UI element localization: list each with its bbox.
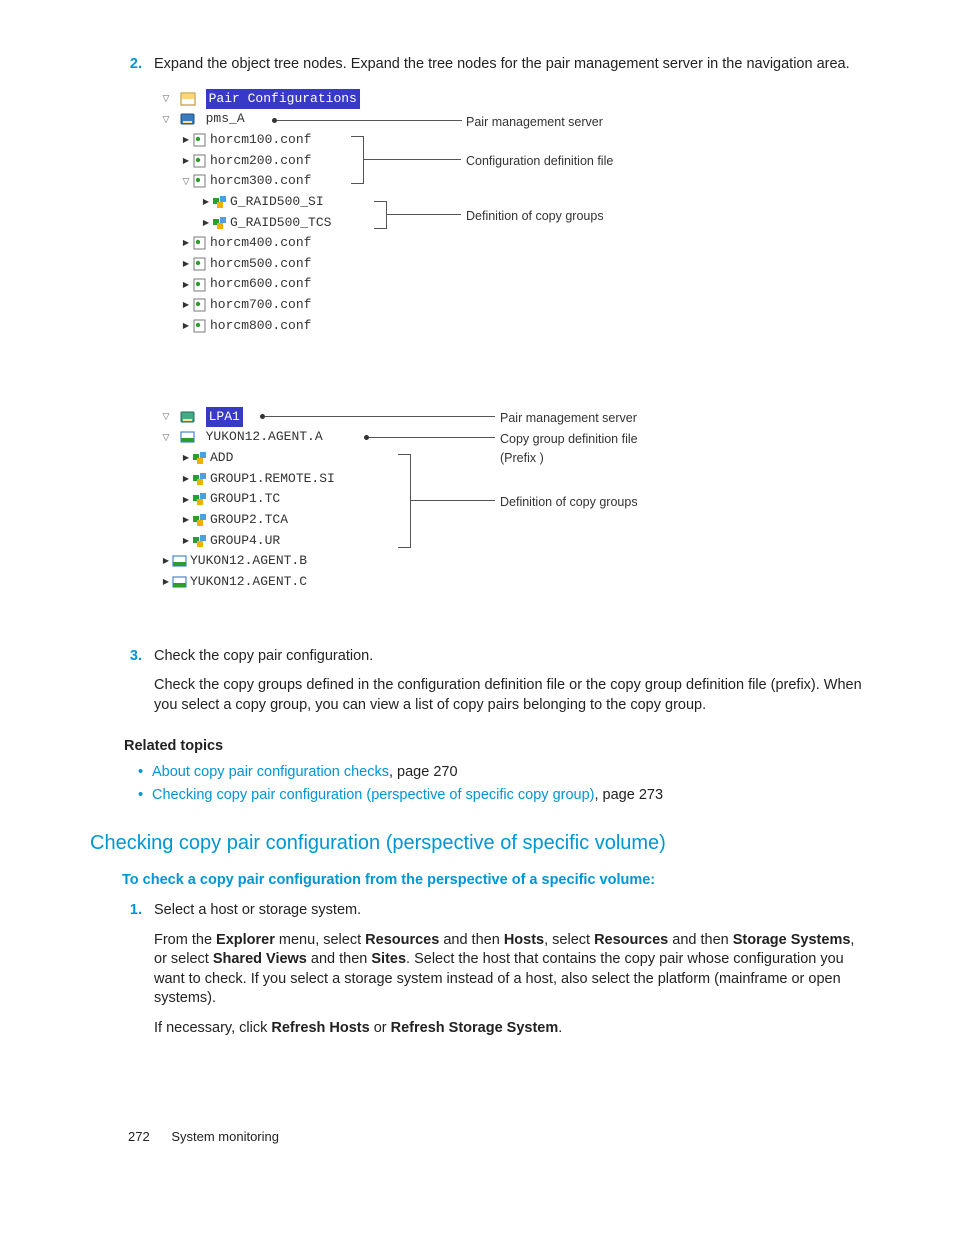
step-title: Select a host or storage system. (154, 901, 864, 921)
expand-icon[interactable] (160, 430, 172, 446)
copy-group[interactable]: GROUP2.TCA (210, 512, 288, 527)
tree-diagram-2: LPA1 YUKON12.AGENT.A ADD GROUP1.REMOTE.S… (160, 407, 864, 617)
copy-group[interactable]: G_RAID500_TCS (230, 215, 331, 230)
expand-icon[interactable] (160, 112, 172, 128)
file-icon (192, 174, 208, 188)
section-lead: To check a copy pair configuration from … (122, 871, 864, 891)
expand-icon[interactable] (180, 235, 192, 251)
page-number: 272 (128, 1128, 150, 1146)
step-detail-2: If necessary, click Refresh Hosts or Ref… (154, 1019, 864, 1039)
tree-diagram-1: Pair Configurations pms_A horcm100.conf … (160, 89, 864, 379)
expand-icon[interactable] (160, 553, 172, 569)
expand-icon[interactable] (180, 256, 192, 272)
group-icon (212, 216, 228, 230)
conf-file[interactable]: horcm600.conf (210, 276, 311, 291)
annot-copy-groups: Definition of copy groups (466, 207, 604, 226)
copy-group[interactable]: ADD (210, 450, 233, 465)
expand-icon[interactable] (180, 132, 192, 148)
related-topic-item: Checking copy pair configuration (perspe… (152, 786, 864, 806)
step-title: Check the copy pair configuration. (154, 647, 864, 667)
server-node[interactable]: pms_A (206, 111, 245, 126)
expand-icon[interactable] (180, 318, 192, 334)
agent-icon (180, 430, 196, 444)
copy-group[interactable]: G_RAID500_SI (230, 194, 324, 209)
step-number: 3. (110, 647, 154, 726)
conf-file[interactable]: horcm200.conf (210, 153, 311, 168)
page-footer: 272 System monitoring (110, 1128, 864, 1146)
expand-icon[interactable] (180, 512, 192, 528)
copy-group[interactable]: GROUP1.TC (210, 491, 280, 506)
expand-icon[interactable] (200, 215, 212, 231)
step-text: Expand the object tree nodes. Expand the… (154, 55, 864, 75)
expand-icon[interactable] (160, 574, 172, 590)
annot-def-file: Copy group definition file(Prefix ) (500, 430, 638, 469)
root-node-2[interactable]: LPA1 (206, 407, 243, 427)
step-body: Expand the object tree nodes. Expand the… (154, 55, 864, 639)
step-number: 1. (110, 901, 154, 1048)
step-body: Check the copy pair configuration. Check… (154, 647, 864, 726)
expand-icon[interactable] (200, 194, 212, 210)
related-topics-list: About copy pair configuration checks, pa… (134, 763, 864, 806)
expand-icon[interactable] (160, 409, 172, 425)
steps-top: 2. Expand the object tree nodes. Expand … (110, 55, 864, 725)
step-number: 2. (110, 55, 154, 639)
agent-icon (172, 575, 188, 589)
expand-icon[interactable] (180, 533, 192, 549)
expand-icon[interactable] (180, 174, 192, 190)
annot-server-2: Pair management server (500, 409, 637, 428)
file-icon (192, 319, 208, 333)
chapter-name: System monitoring (171, 1128, 279, 1146)
section-steps: 1. Select a host or storage system. From… (110, 901, 864, 1048)
group-icon (192, 534, 208, 548)
annot-server: Pair management server (466, 113, 603, 132)
group-icon (192, 451, 208, 465)
file-icon (192, 298, 208, 312)
step-body: Select a host or storage system. From th… (154, 901, 864, 1048)
related-topic-item: About copy pair configuration checks, pa… (152, 763, 864, 783)
related-link[interactable]: About copy pair configuration checks (152, 764, 389, 780)
folder-icon (180, 92, 196, 106)
agent-node[interactable]: YUKON12.AGENT.A (206, 429, 323, 444)
group-icon (192, 472, 208, 486)
file-icon (192, 154, 208, 168)
group-icon (212, 195, 228, 209)
copy-group[interactable]: GROUP4.UR (210, 533, 280, 548)
related-link[interactable]: Checking copy pair configuration (perspe… (152, 787, 594, 803)
annot-copy-groups-2: Definition of copy groups (500, 493, 638, 512)
expand-icon[interactable] (180, 277, 192, 293)
copy-group[interactable]: GROUP1.REMOTE.SI (210, 471, 335, 486)
file-icon (192, 236, 208, 250)
server-icon (180, 410, 196, 424)
expand-icon[interactable] (180, 450, 192, 466)
conf-file[interactable]: horcm700.conf (210, 297, 311, 312)
annot-conf-file: Configuration definition file (466, 152, 613, 171)
root-node[interactable]: Pair Configurations (206, 89, 360, 109)
step-detail: Check the copy groups defined in the con… (154, 676, 864, 715)
agent-node[interactable]: YUKON12.AGENT.C (190, 574, 307, 589)
expand-icon[interactable] (180, 153, 192, 169)
expand-icon[interactable] (180, 492, 192, 508)
section-heading: Checking copy pair configuration (perspe… (90, 830, 864, 857)
agent-node[interactable]: YUKON12.AGENT.B (190, 553, 307, 568)
group-icon (192, 492, 208, 506)
conf-file[interactable]: horcm500.conf (210, 256, 311, 271)
file-icon (192, 257, 208, 271)
expand-icon[interactable] (180, 297, 192, 313)
conf-file[interactable]: horcm400.conf (210, 235, 311, 250)
expand-icon[interactable] (180, 471, 192, 487)
related-topics-heading: Related topics (124, 737, 864, 757)
step-detail: From the Explorer menu, select Resources… (154, 931, 864, 1009)
conf-file[interactable]: horcm100.conf (210, 132, 311, 147)
file-icon (192, 133, 208, 147)
conf-file[interactable]: horcm300.conf (210, 173, 311, 188)
group-icon (192, 513, 208, 527)
file-icon (192, 278, 208, 292)
agent-icon (172, 554, 188, 568)
conf-file[interactable]: horcm800.conf (210, 318, 311, 333)
expand-icon[interactable] (160, 91, 172, 107)
server-icon (180, 112, 196, 126)
